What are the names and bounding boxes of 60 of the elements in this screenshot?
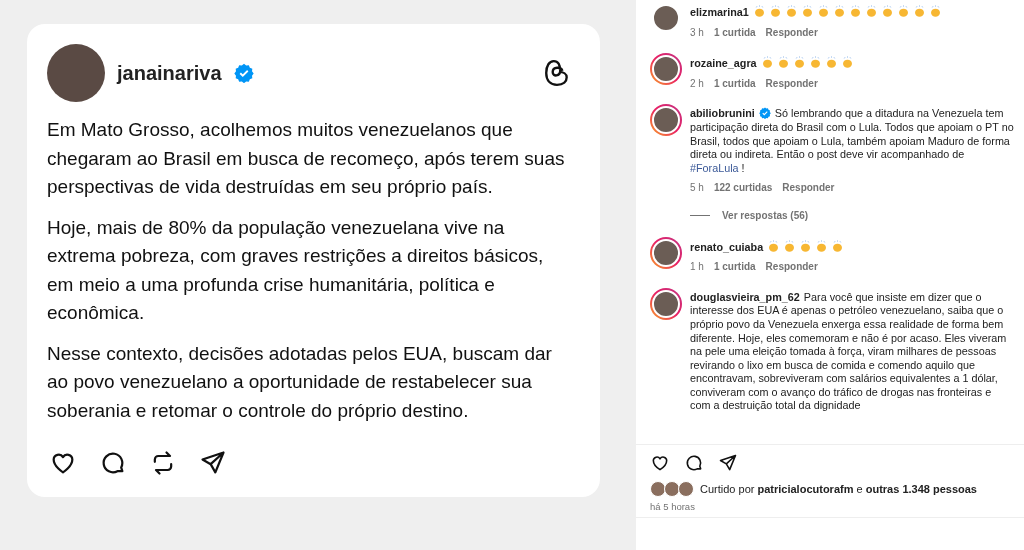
avatar	[664, 481, 680, 497]
clapping-hands-icon	[767, 239, 781, 253]
clapping-hands-icon	[816, 5, 830, 18]
clapping-hands-icon	[760, 56, 774, 70]
clapping-hands-icon	[784, 5, 798, 18]
avatar	[678, 481, 694, 497]
clapping-hands-icon	[864, 5, 878, 18]
reply-button[interactable]: Responder	[765, 76, 818, 91]
heart-icon[interactable]	[650, 453, 670, 473]
clapping-hands-icon	[824, 56, 838, 70]
comment-likes[interactable]: 1 curtida	[713, 76, 756, 91]
reply-button[interactable]: Responder	[765, 260, 818, 274]
reply-button[interactable]: Responder	[765, 25, 818, 40]
clapping-hands-icon	[815, 239, 829, 253]
clapping-hands-icon	[752, 5, 766, 18]
clapping-hands-icon	[800, 5, 814, 18]
comment-text: douglasvieira_pm_62 Para você que insiste em dizer que o interesse dos EUA é apenas o petróleo venezuelano, saiba que o próprio povo da Venezuela enxerga essa realidade de forma bem diferente. Hoje, eles comemoram e não é por acaso. Eles viveram na pele uma eleição tomada à força, viram milhares de pessoas revirando o lixo em busca de comida e comendo aquilo que encontravam, sobreviveram com salários equivalentes a 1 dólar, conviveram com o avanço do tráfico de drogas nas fronteiras e com a destruição total da dignidade	[690, 290, 1008, 414]
post-paragraph: Nesse contexto, decisões adotadas pelos EUA, buscam dar ao povo venezuelano a oportunidade de restabelecer sua soberania e retomar o controle do próprio destino.	[47, 341, 553, 423]
comment-time: 2 h	[690, 76, 704, 91]
comment-username[interactable]: renato_cuiaba	[690, 240, 764, 253]
comment-username[interactable]: rozaine_agra	[690, 57, 757, 70]
comment-time: 1 h	[690, 260, 704, 274]
post-paragraph: Em Mato Grosso, acolhemos muitos venezuelanos que chegaram ao Brasil em busca de recomeço, após terem suas perspectivas de vida destruídas em seu próprio país.	[47, 118, 566, 199]
avatar[interactable]	[650, 287, 682, 320]
post-paragraph: Hoje, mais de 80% da população venezuelana vive na extrema pobreza, com graves restrições a direitos básicos, em meio a uma profunda crise humanitária, política e econômica.	[47, 215, 545, 325]
clapping-hands-icon	[832, 5, 846, 18]
post-time: há 5 horas	[650, 501, 696, 512]
clapping-hands-icon	[799, 239, 813, 253]
avatar	[47, 44, 105, 102]
clapping-hands-icon	[928, 5, 942, 18]
clapping-hands-icon	[792, 56, 806, 70]
username[interactable]: janainariva	[117, 61, 222, 85]
likes-summary: Curtido por patricialocutorafm e outras 1.348 pessoas	[700, 483, 977, 495]
at-sign-logo-icon[interactable]	[544, 59, 570, 87]
comment-likes[interactable]: 1 curtida	[713, 260, 756, 274]
comment-likes[interactable]: 122 curtidas	[713, 181, 773, 195]
reply-button[interactable]: Responder	[782, 181, 835, 195]
avatar[interactable]	[650, 104, 682, 137]
comment-icon[interactable]	[684, 453, 704, 473]
avatar[interactable]	[650, 53, 682, 86]
clapping-hands-icon	[808, 56, 822, 70]
clapping-hands-icon	[783, 239, 797, 253]
clapping-hands-icon	[880, 5, 894, 18]
clapping-hands-icon	[896, 5, 910, 18]
avatar[interactable]	[650, 236, 682, 269]
comment-time: 5 h	[690, 181, 704, 195]
comment-time: 3 h	[690, 25, 704, 40]
clapping-hands-icon	[848, 5, 862, 18]
send-icon[interactable]	[718, 453, 738, 473]
clapping-hands-icon	[776, 56, 790, 70]
clapping-hands-icon	[912, 5, 926, 18]
avatar	[650, 481, 666, 497]
view-replies-link[interactable]: Ver respostas (56)	[722, 208, 809, 223]
clapping-hands-icon	[831, 239, 845, 253]
comment-likes[interactable]: 1 curtida	[713, 25, 756, 40]
clapping-hands-icon	[840, 56, 854, 70]
clapping-hands-icon	[768, 5, 782, 18]
hashtag-link[interactable]: #ForaLula	[690, 161, 739, 174]
comment-username[interactable]: elizmarina1	[690, 6, 749, 18]
comment-text: abiliobrunini Só lembrando que a ditadura na Venezuela tem participação direta do Brasil com o Lula. Todos que apoiam o PT no Brasil, todos que apoiam o Lula, também apoiam Maduro de forma direta ou indireta. Então o post deve vir acompanhado de #ForaLula !	[690, 107, 1014, 176]
